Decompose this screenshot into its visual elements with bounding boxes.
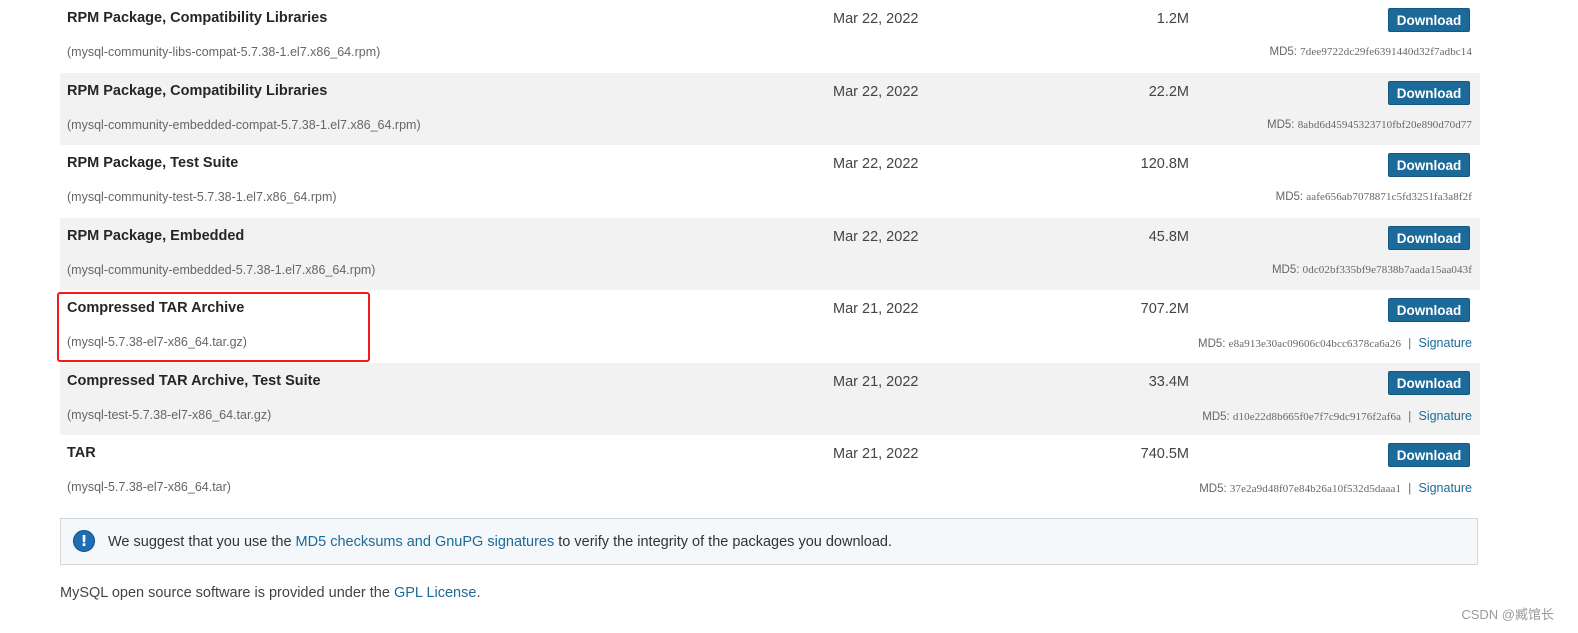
separator: | [1408,483,1412,495]
package-filename: (mysql-community-embedded-5.7.38-1.el7.x… [67,262,376,277]
package-date: Mar 21, 2022 [833,301,919,317]
package-filename: (mysql-community-embedded-compat-5.7.38-… [67,117,421,132]
md5-label: MD5: [1199,483,1227,495]
signature-link[interactable]: Signature [1418,481,1472,495]
download-button[interactable]: Download [1388,370,1470,395]
md5-label: MD5: [1202,410,1230,423]
download-button[interactable]: Download [1388,80,1470,105]
package-size: 22.2M [1148,83,1189,100]
downloads-table: RPM Package, Compatibility Libraries (my… [60,0,1480,508]
md5-checksum: e8a913e30ac09606c04bcc6378ca6a26 [1228,338,1402,350]
md5-checksum: aafe656ab7078871c5fd3251fa3a8f2f [1306,191,1472,203]
separator: | [1408,410,1412,423]
integrity-notice: ! We suggest that you use the MD5 checks… [60,518,1478,565]
download-row: Compressed TAR Archive, Test Suite (mysq… [60,362,1480,435]
md5-line: MD5: e8a913e30ac09606c04bcc6378ca6a26 | … [1198,336,1472,350]
package-size: 707.2M [1140,301,1189,317]
md5-label: MD5: [1271,263,1300,276]
package-size: 740.5M [1140,446,1189,462]
download-button[interactable]: Download [1388,225,1470,250]
signature-link[interactable]: Signature [1418,409,1472,423]
package-date: Mar 22, 2022 [833,228,919,245]
md5-label: MD5: [1197,338,1226,350]
md5-line: MD5: 37e2a9d48f07e84b26a10f532d5daaa1 | … [1199,481,1472,495]
notice-suffix: to verify the integrity of the packages … [554,534,892,550]
download-row: RPM Package, Embedded (mysql-community-e… [60,217,1480,290]
package-filename: (mysql-test-5.7.38-el7-x86_64.tar.gz) [67,407,272,422]
license-suffix: . [476,585,481,601]
md5-line: MD5: 8abd6d45945323710fbf20e890d70d77 [1267,119,1472,131]
md5-checksum: 0dc02bf335bf9e7838b7aada15aa043f [1302,263,1472,276]
md5-checksum: 7dee9722dc29fe6391440d32f7adbc14 [1300,46,1472,58]
md5-line: MD5: 0dc02bf335bf9e7838b7aada15aa043f [1272,264,1472,276]
package-title: TAR [67,445,96,461]
package-date: Mar 22, 2022 [833,156,919,172]
download-button[interactable]: Download [1388,153,1470,177]
md5-checksum: 8abd6d45945323710fbf20e890d70d77 [1297,118,1472,131]
separator: | [1408,338,1412,350]
package-size: 33.4M [1148,373,1189,390]
license-prefix: MySQL open source software is provided u… [60,585,394,601]
package-filename: (mysql-5.7.38-el7-x86_64.tar) [67,480,231,494]
package-title: Compressed TAR Archive, Test Suite [67,372,321,389]
package-filename: (mysql-community-libs-compat-5.7.38-1.el… [67,45,381,59]
package-date: Mar 22, 2022 [833,11,919,27]
package-size: 45.8M [1148,228,1189,245]
info-exclamation-icon: ! [73,530,95,552]
gpl-license-link[interactable]: GPL License [394,585,476,601]
md5-checksum: d10e22d8b665f0e7f7c9dc9176f2af6a [1232,410,1402,423]
package-date: Mar 21, 2022 [833,373,919,390]
download-row: RPM Package, Compatibility Libraries (my… [60,72,1480,145]
md5-line: MD5: d10e22d8b665f0e7f7c9dc9176f2af6a | … [1202,409,1472,423]
package-title: RPM Package, Embedded [67,227,245,244]
download-button[interactable]: Download [1388,8,1470,32]
download-row: TAR (mysql-5.7.38-el7-x86_64.tar) Mar 21… [60,435,1480,508]
package-filename: (mysql-community-test-5.7.38-1.el7.x86_6… [67,190,337,204]
download-button[interactable]: Download [1388,298,1470,322]
md5-line: MD5: aafe656ab7078871c5fd3251fa3a8f2f [1276,191,1472,203]
md5-label: MD5: [1269,46,1297,58]
package-date: Mar 22, 2022 [833,83,919,100]
package-size: 1.2M [1156,11,1189,27]
signature-link[interactable]: Signature [1418,336,1472,350]
package-title: RPM Package, Test Suite [67,155,239,171]
md5-label: MD5: [1275,191,1304,203]
download-row: RPM Package, Compatibility Libraries (my… [60,0,1480,73]
package-filename: (mysql-5.7.38-el7-x86_64.tar.gz) [67,335,247,349]
package-title: Compressed TAR Archive [67,300,245,316]
md5-gnupg-link[interactable]: MD5 checksums and GnuPG signatures [296,534,555,550]
notice-prefix: We suggest that you use the [108,534,296,550]
notice-text: We suggest that you use the MD5 checksum… [108,534,892,550]
package-date: Mar 21, 2022 [833,446,919,462]
package-size: 120.8M [1140,156,1189,172]
csdn-watermark: CSDN @臧馆长 [1461,607,1554,622]
package-title: RPM Package, Compatibility Libraries [67,10,328,26]
md5-checksum: 37e2a9d48f07e84b26a10f532d5daaa1 [1229,483,1402,495]
download-row: Compressed TAR Archive (mysql-5.7.38-el7… [60,290,1480,363]
md5-line: MD5: 7dee9722dc29fe6391440d32f7adbc14 [1269,46,1472,58]
md5-label: MD5: [1267,118,1295,131]
package-title: RPM Package, Compatibility Libraries [67,82,328,99]
download-button[interactable]: Download [1388,443,1470,467]
download-row: RPM Package, Test Suite (mysql-community… [60,145,1480,218]
license-note: MySQL open source software is provided u… [60,585,480,601]
